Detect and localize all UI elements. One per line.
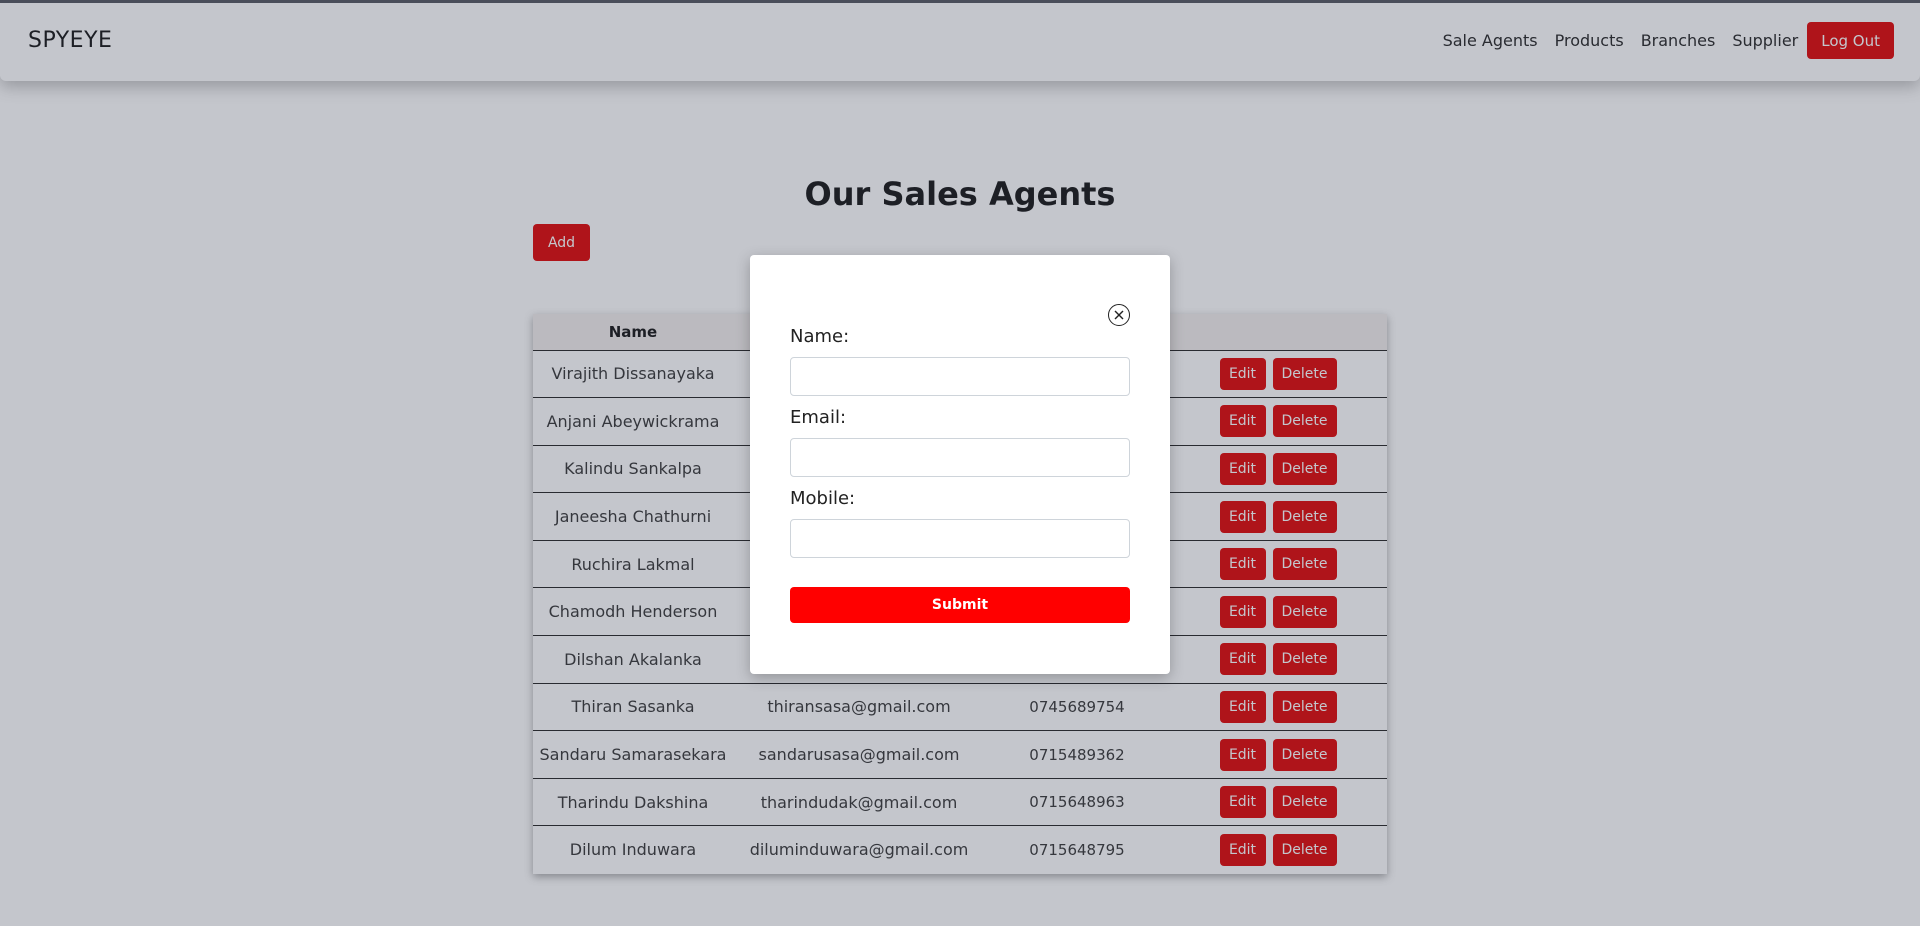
add-agent-modal: Name: Email: Mobile: Submit	[750, 255, 1170, 674]
close-icon[interactable]	[1108, 304, 1130, 326]
name-label: Name:	[790, 326, 850, 347]
email-input[interactable]	[790, 438, 1130, 477]
top-border-line	[0, 0, 1920, 3]
name-input[interactable]	[790, 357, 1130, 396]
close-x-glyph	[1114, 310, 1124, 320]
mobile-label: Mobile:	[790, 488, 856, 509]
email-label: Email:	[790, 407, 847, 428]
mobile-input[interactable]	[790, 519, 1130, 558]
submit-button[interactable]: Submit	[790, 587, 1130, 623]
